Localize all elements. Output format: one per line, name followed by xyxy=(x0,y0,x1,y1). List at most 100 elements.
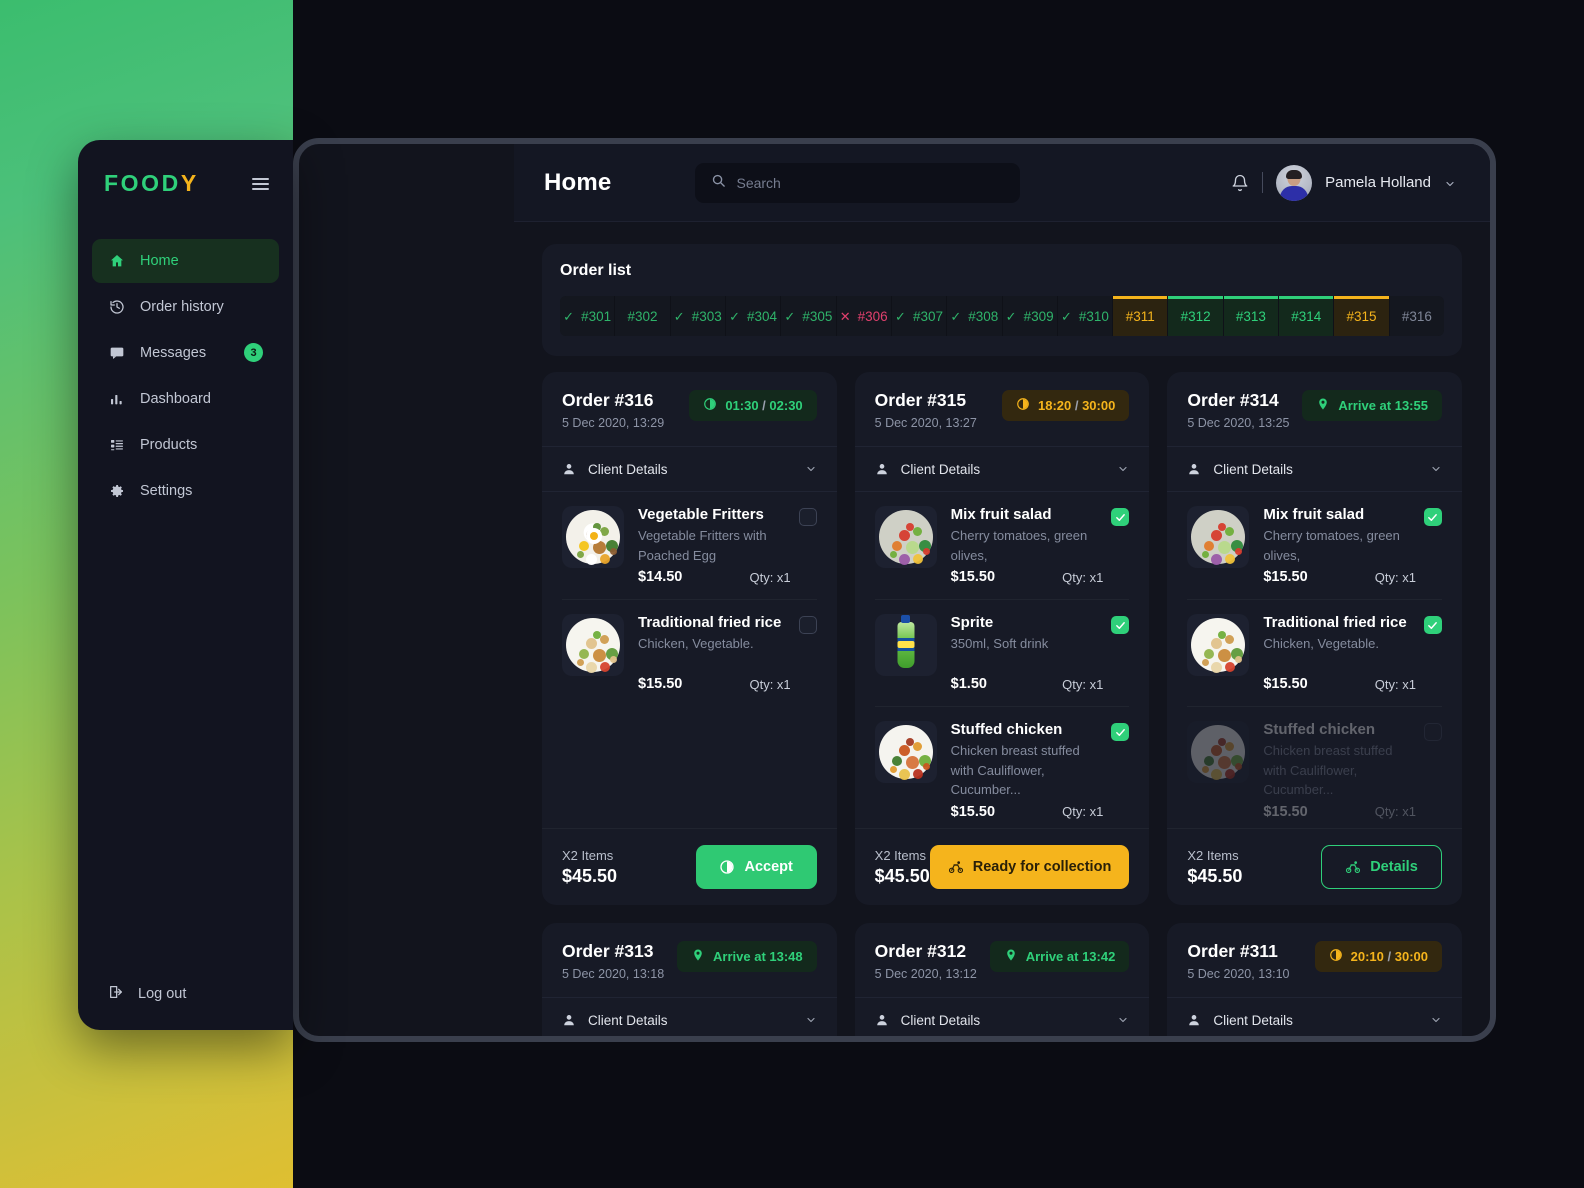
sidebar-item-label: Order history xyxy=(140,299,224,315)
item-checkbox[interactable] xyxy=(1111,508,1130,526)
order-action-button[interactable]: Ready for collection xyxy=(929,845,1130,889)
item-checkbox[interactable] xyxy=(1423,616,1442,634)
order-item: Stuffed chicken Chicken breast stuffed w… xyxy=(874,707,1130,828)
search-box[interactable] xyxy=(695,162,1021,203)
client-details-label: Client Details xyxy=(900,461,981,477)
item-checkbox[interactable] xyxy=(1111,616,1130,634)
order-status-text: Arrive at 13:48 xyxy=(713,949,803,964)
sidebar-item-label: Settings xyxy=(140,483,193,499)
item-checkbox[interactable] xyxy=(1111,723,1130,741)
order-tab-302[interactable]: #302 xyxy=(615,296,671,336)
order-card-footer: X2 Items $45.50 Ready for collection xyxy=(854,828,1150,905)
order-tab-304[interactable]: ✓ #304 xyxy=(725,296,782,336)
notification-bell-icon[interactable] xyxy=(1231,174,1249,192)
item-price: $15.50 xyxy=(950,803,996,820)
item-checkbox[interactable] xyxy=(1423,723,1442,741)
pin-icon xyxy=(691,948,705,965)
order-tab-313[interactable]: #313 xyxy=(1223,296,1280,336)
item-checkbox[interactable] xyxy=(1423,508,1442,526)
chevron-down-icon[interactable] xyxy=(1430,1014,1442,1026)
order-total-label: X2 Items xyxy=(1187,847,1239,863)
item-price: $14.50 xyxy=(638,569,683,585)
timer-icon xyxy=(1016,397,1030,414)
person-icon xyxy=(562,1013,576,1027)
order-list-title: Order list xyxy=(560,262,632,279)
client-details-toggle[interactable]: Client Details xyxy=(854,997,1150,1036)
chevron-down-icon[interactable] xyxy=(1444,177,1456,189)
order-tab-312[interactable]: #312 xyxy=(1168,296,1224,336)
chevron-down-icon[interactable] xyxy=(1117,1014,1129,1026)
order-item: Traditional fried rice Chicken, Vegetabl… xyxy=(562,600,817,706)
top-bar-right: Pamela Holland xyxy=(1231,164,1456,201)
item-thumbnail xyxy=(874,721,937,783)
item-quantity: Qty: x1 xyxy=(1374,569,1416,585)
order-list-panel: Order list ✓ #301 #302 ✓ #303 ✓ #304 ✓ #305 ✕ #306… xyxy=(542,244,1462,356)
top-bar: Home Pamela Holl xyxy=(514,144,1490,222)
order-tab-309[interactable]: ✓ #309 xyxy=(1002,296,1058,336)
item-name: Mix fruit salad xyxy=(1263,506,1365,523)
chevron-down-icon[interactable] xyxy=(1430,463,1442,475)
list-icon xyxy=(108,436,126,454)
order-item: Mix fruit salad Cherry tomatoes, green o… xyxy=(1187,492,1442,600)
close-icon: ✕ xyxy=(839,308,851,324)
person-icon xyxy=(1187,462,1201,476)
sidebar-item-products[interactable]: Products xyxy=(92,423,279,467)
order-tab-308[interactable]: ✓ #308 xyxy=(947,296,1003,336)
order-tab-307[interactable]: ✓ #307 xyxy=(891,296,948,336)
order-tab-310[interactable]: ✓ #310 xyxy=(1057,296,1114,336)
sidebar-item-dashboard[interactable]: Dashboard xyxy=(92,377,279,421)
order-status-text: 20:10 / 30:00 xyxy=(1350,949,1428,964)
item-quantity: Qty: x1 xyxy=(1062,676,1104,692)
sidebar-item-messages[interactable]: Messages 3 xyxy=(92,331,279,375)
chevron-down-icon[interactable] xyxy=(1117,463,1129,475)
order-action-button[interactable]: Accept xyxy=(695,845,817,889)
order-tab-label: #303 xyxy=(691,308,722,324)
order-tab-316[interactable]: #316 xyxy=(1389,296,1444,336)
order-total-value: $45.50 xyxy=(874,865,930,886)
client-details-toggle[interactable]: Client Details xyxy=(542,446,837,492)
item-quantity: Qty: x1 xyxy=(1062,804,1104,819)
order-tab-label: #307 xyxy=(912,308,943,324)
hamburger-menu-icon[interactable] xyxy=(252,177,269,190)
order-tab-305[interactable]: ✓ #305 xyxy=(781,296,837,336)
search-icon xyxy=(711,173,726,193)
order-tab-303[interactable]: ✓ #303 xyxy=(670,296,726,336)
item-checkbox[interactable] xyxy=(798,508,817,526)
sidebar-item-order-history[interactable]: Order history xyxy=(92,285,279,329)
person-icon xyxy=(562,462,576,476)
item-price: $15.50 xyxy=(638,676,683,692)
item-quantity: Qty: x1 xyxy=(1374,676,1416,692)
sidebar-item-home[interactable]: Home xyxy=(92,239,279,283)
logout-button[interactable]: Log out xyxy=(78,984,293,1004)
avatar[interactable] xyxy=(1276,164,1313,201)
bike-icon xyxy=(1345,859,1361,875)
order-number: Order #311 xyxy=(1187,941,1278,961)
order-card-header: Order #315 5 Dec 2020, 13:27 18:20 / 30:… xyxy=(855,372,1150,446)
chevron-down-icon[interactable] xyxy=(805,463,817,475)
order-items-list: Mix fruit salad Cherry tomatoes, green o… xyxy=(1167,492,1462,828)
item-price: $15.50 xyxy=(950,569,996,585)
client-details-toggle[interactable]: Client Details xyxy=(542,997,837,1036)
order-tab-306[interactable]: ✕ #306 xyxy=(836,296,892,336)
chart-icon xyxy=(108,390,126,408)
order-tab-label: #315 xyxy=(1346,308,1377,324)
client-details-toggle[interactable]: Client Details xyxy=(1167,446,1462,492)
order-number: Order #315 xyxy=(874,390,967,410)
order-tab-301[interactable]: ✓ #301 xyxy=(560,296,616,336)
order-action-button[interactable]: Details xyxy=(1320,845,1442,889)
order-tab-311[interactable]: #311 xyxy=(1113,296,1169,336)
client-details-toggle[interactable]: Client Details xyxy=(854,446,1150,492)
sidebar-item-settings[interactable]: Settings xyxy=(92,469,279,513)
client-details-toggle[interactable]: Client Details xyxy=(1167,997,1462,1036)
client-details-label: Client Details xyxy=(1213,461,1293,477)
chevron-down-icon[interactable] xyxy=(805,1014,817,1026)
order-action-label: Details xyxy=(1370,859,1418,875)
order-tab-314[interactable]: #314 xyxy=(1279,296,1335,336)
order-card: Order #315 5 Dec 2020, 13:27 18:20 / 30:… xyxy=(854,372,1150,905)
order-card-footer: X2 Items $45.50 Accept xyxy=(542,828,837,905)
order-action-label: Ready for collection xyxy=(972,859,1112,875)
search-input[interactable] xyxy=(736,174,1005,191)
order-date: 5 Dec 2020, 13:18 xyxy=(562,967,665,981)
item-checkbox[interactable] xyxy=(798,616,817,634)
order-tab-315[interactable]: #315 xyxy=(1334,296,1390,336)
